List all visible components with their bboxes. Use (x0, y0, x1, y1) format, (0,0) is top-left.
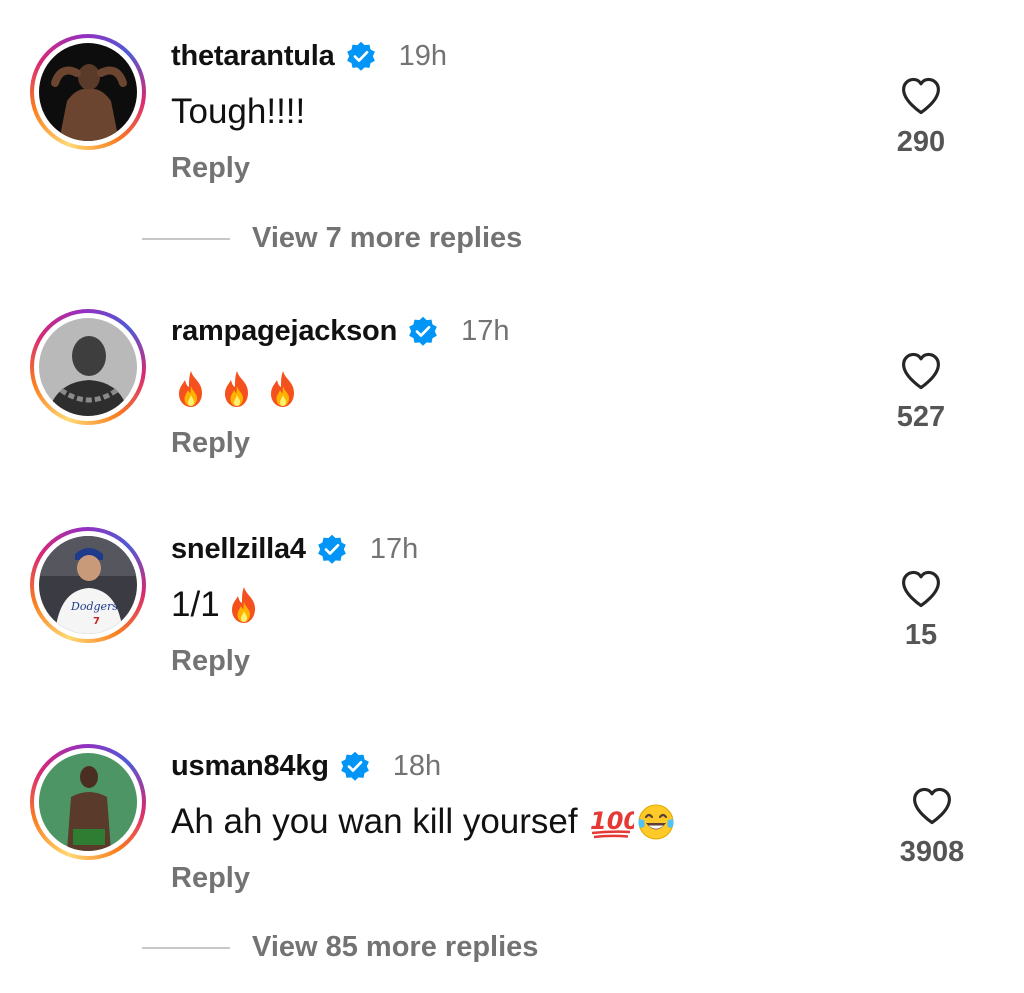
comment-text: Ah ah you wan kill yoursef (171, 802, 682, 842)
svg-text:Dodgers: Dodgers (70, 600, 118, 613)
comment-timestamp: 18h (392, 750, 442, 782)
fire-emoji-icon (217, 369, 257, 409)
comment-timestamp: 19h (398, 40, 447, 72)
fire-emoji-icon (171, 369, 211, 409)
reply-button[interactable]: Reply (171, 645, 250, 678)
divider-line (142, 237, 230, 240)
verified-badge-icon (339, 751, 371, 783)
hundred-points-emoji-icon (588, 802, 634, 842)
like-control: 527 (866, 351, 976, 434)
like-control: 15 (866, 569, 976, 652)
view-more-replies-button[interactable]: View 7 more replies (142, 222, 522, 255)
like-count[interactable]: 15 (866, 619, 976, 652)
verified-badge-icon (345, 41, 377, 73)
comment-username[interactable]: rampagejackson (171, 315, 397, 348)
comment-body: Tough!!!! (171, 92, 306, 131)
verified-badge-icon (407, 316, 439, 348)
comment-username[interactable]: usman84kg (171, 750, 329, 783)
like-count[interactable]: 527 (866, 401, 976, 434)
comment-body: 1/1 (171, 585, 220, 624)
heart-icon[interactable] (900, 351, 942, 391)
view-more-replies-button[interactable]: View 85 more replies (142, 931, 538, 964)
avatar[interactable] (30, 744, 146, 860)
comment-username[interactable]: thetarantula (171, 40, 335, 73)
tears-of-joy-emoji-icon (636, 802, 676, 842)
comment-username[interactable]: snellzilla4 (171, 533, 306, 566)
heart-icon[interactable] (900, 569, 942, 609)
view-replies-label[interactable]: View 7 more replies (252, 222, 522, 255)
avatar[interactable] (30, 309, 146, 425)
like-count[interactable]: 290 (866, 126, 976, 159)
reply-button[interactable]: Reply (171, 427, 250, 460)
divider-line (142, 946, 230, 949)
comment-text: 1/1 (171, 585, 270, 625)
comment-timestamp: 17h (461, 315, 510, 347)
fire-emoji-icon (224, 585, 264, 625)
comment-text (171, 369, 309, 409)
like-control: 3908 (872, 786, 992, 869)
verified-badge-icon (316, 534, 348, 566)
like-count[interactable]: 3908 (872, 836, 992, 869)
comment-body: Ah ah you wan kill yoursef (171, 802, 578, 841)
heart-icon[interactable] (900, 76, 942, 116)
reply-button[interactable]: Reply (171, 862, 250, 895)
like-control: 290 (866, 76, 976, 159)
comment-text: Tough!!!! (171, 92, 305, 132)
heart-icon[interactable] (911, 786, 953, 826)
svg-text:7: 7 (93, 616, 100, 627)
avatar[interactable]: Dodgers 7 (30, 527, 146, 643)
fire-emoji-icon (263, 369, 303, 409)
avatar[interactable] (30, 34, 146, 150)
comment-timestamp: 17h (369, 533, 419, 565)
reply-button[interactable]: Reply (171, 152, 250, 185)
view-replies-label[interactable]: View 85 more replies (252, 931, 538, 964)
